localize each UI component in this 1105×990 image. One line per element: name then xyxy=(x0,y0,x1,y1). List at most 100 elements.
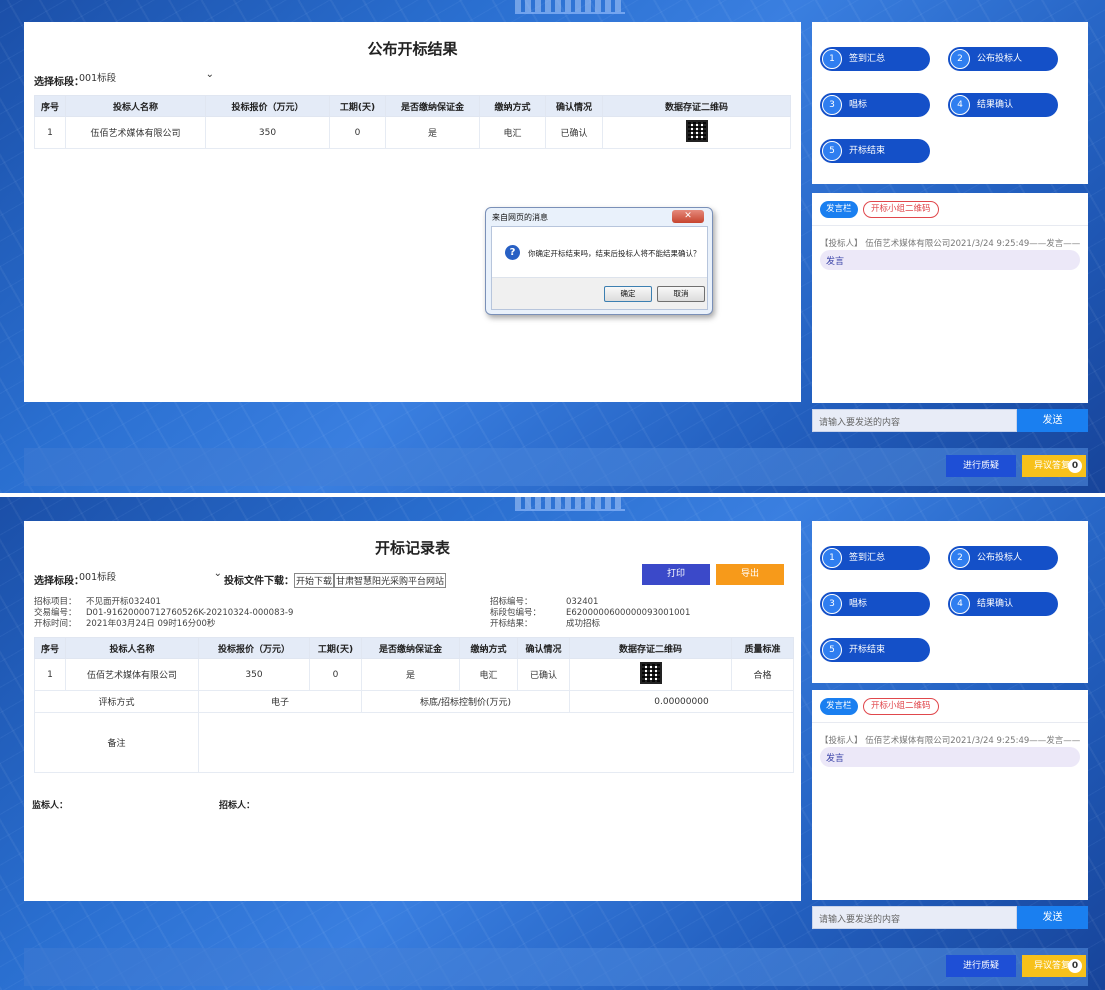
col-header: 投标报价（万元） xyxy=(205,95,330,117)
col-header: 质量标准 xyxy=(731,637,794,659)
cell-period: 0 xyxy=(309,658,362,691)
segment-value: 001标段 xyxy=(79,572,117,583)
screenshot-1: 公布开标结果 选择标段： 001标段 ⌄ 序号 投标人名称 投标报价（万元） 工… xyxy=(0,0,1105,493)
header-decoration xyxy=(515,497,625,511)
dialog-body: ? 你确定开标结束吗，结束后投标人将不能结果确认？ 确定 取消 xyxy=(491,226,708,310)
chat-panel: 发言栏 开标小组二维码 【投标人】 伍佰艺术媒体有限公司2021/3/24 9:… xyxy=(812,690,1088,900)
step-publish-bidders[interactable]: 2 公布投标人 xyxy=(948,546,1058,570)
ok-button[interactable]: 确定 xyxy=(604,286,652,302)
message-input[interactable]: 请输入要发送的内容 xyxy=(812,409,1017,432)
cell-price: 350 xyxy=(198,658,310,691)
col-header: 缴纳方式 xyxy=(459,637,518,659)
step-sign-in-summary[interactable]: 1 签到汇总 xyxy=(820,47,930,71)
step-end-opening[interactable]: 5 开标结束 xyxy=(820,139,930,163)
steps-panel: 1 签到汇总 2 公布投标人 3 唱标 4 结果确认 5 开标结束 xyxy=(812,22,1088,184)
download-label: 投标文件下载： xyxy=(224,576,294,587)
page-title: 开标记录表 xyxy=(374,539,450,557)
send-button[interactable]: 发送 xyxy=(1017,906,1088,929)
main-panel: 开标记录表 选择标段： 001标段 ⌄ 投标文件下载： 开始下载 甘肃智慧阳光采购平… xyxy=(24,521,801,901)
col-header: 投标人名称 xyxy=(65,637,199,659)
cell-bidder: 伍佰艺术媒体有限公司 xyxy=(65,116,206,149)
info-value: 032401 xyxy=(566,597,599,607)
bottom-bar: 进行质疑 异议答复 0 xyxy=(24,948,1088,986)
cancel-button[interactable]: 取消 xyxy=(657,286,705,302)
tab-speech[interactable]: 发言栏 xyxy=(820,201,858,218)
info-key: 招标项目： xyxy=(34,597,77,607)
send-button[interactable]: 发送 xyxy=(1017,409,1088,432)
cell-confirm-status: 已确认 xyxy=(517,658,570,691)
dialog-footer: 确定 取消 xyxy=(492,277,707,309)
objection-reply-button[interactable]: 异议答复 0 xyxy=(1022,455,1086,477)
col-header: 序号 xyxy=(34,637,66,659)
info-value: D01-91620000712760526K-20210324-000083-9 xyxy=(86,608,294,618)
step-end-opening[interactable]: 5 开标结束 xyxy=(820,638,930,662)
question-button[interactable]: 进行质疑 xyxy=(946,955,1016,977)
export-button[interactable]: 导出 xyxy=(716,564,784,585)
chat-tabs: 发言栏 开标小组二维码 xyxy=(820,201,939,218)
question-button[interactable]: 进行质疑 xyxy=(946,455,1016,477)
chat-message: 【投标人】 伍佰艺术媒体有限公司2021/3/24 9:25:49——发言—— xyxy=(820,736,1081,746)
info-key: 交易编号： xyxy=(34,608,77,618)
step-label: 唱标 xyxy=(849,599,868,609)
cell-index: 1 xyxy=(34,116,66,149)
eval-value: 电子 xyxy=(198,690,362,713)
cell-quality: 合格 xyxy=(731,658,794,691)
step-announce[interactable]: 3 唱标 xyxy=(820,592,930,616)
cell-bidder: 伍佰艺术媒体有限公司 xyxy=(65,658,199,691)
col-header: 工期(天) xyxy=(329,95,386,117)
step-sign-in-summary[interactable]: 1 签到汇总 xyxy=(820,546,930,570)
step-number: 1 xyxy=(822,49,842,69)
tenderer-label: 招标人： xyxy=(219,801,256,811)
segment-select[interactable]: 001标段 ⌄ xyxy=(79,568,222,583)
tab-qr-code[interactable]: 开标小组二维码 xyxy=(863,698,939,715)
step-number: 1 xyxy=(822,548,842,568)
info-value: 成功招标 xyxy=(566,619,601,629)
step-label: 开标结束 xyxy=(849,645,886,655)
cell-qr xyxy=(569,658,732,691)
step-result-confirm[interactable]: 4 结果确认 xyxy=(948,93,1058,117)
ceiling-value: 0.00000000 xyxy=(569,690,794,713)
record-table: 序号 投标人名称 投标报价（万元） 工期(天) 是否缴纳保证金 缴纳方式 确认情… xyxy=(34,637,794,773)
close-icon[interactable]: ✕ xyxy=(672,210,704,223)
cell-deposit: 是 xyxy=(385,116,480,149)
chat-panel: 发言栏 开标小组二维码 【投标人】 伍佰艺术媒体有限公司2021/3/24 9:… xyxy=(812,193,1088,403)
platform-site-link[interactable]: 甘肃智慧阳光采购平台网站 xyxy=(334,573,447,588)
step-label: 结果确认 xyxy=(977,599,1014,609)
step-publish-bidders[interactable]: 2 公布投标人 xyxy=(948,47,1058,71)
step-label: 唱标 xyxy=(849,100,868,110)
print-button[interactable]: 打印 xyxy=(642,564,710,585)
segment-value: 001标段 xyxy=(79,73,117,84)
step-label: 公布投标人 xyxy=(977,553,1023,563)
chat-bubble: 发言 xyxy=(820,747,1080,767)
segment-select[interactable]: 001标段 ⌄ xyxy=(79,69,214,84)
table-row-eval: 评标方式 电子 标底/招标控制价(万元) 0.00000000 xyxy=(34,690,794,713)
tab-speech[interactable]: 发言栏 xyxy=(820,698,858,715)
cell-confirm-status: 已确认 xyxy=(545,116,603,149)
step-announce[interactable]: 3 唱标 xyxy=(820,93,930,117)
cell-price: 350 xyxy=(205,116,330,149)
step-result-confirm[interactable]: 4 结果确认 xyxy=(948,592,1058,616)
col-header: 投标人名称 xyxy=(65,95,206,117)
qr-code-icon[interactable] xyxy=(639,662,662,684)
cell-deposit: 是 xyxy=(361,658,460,691)
col-header: 是否缴纳保证金 xyxy=(385,95,480,117)
main-panel: 公布开标结果 选择标段： 001标段 ⌄ 序号 投标人名称 投标报价（万元） 工… xyxy=(24,22,801,402)
col-header: 投标报价（万元） xyxy=(198,637,310,659)
eval-label: 评标方式 xyxy=(34,690,199,713)
info-value: 2021年03月24日 09时16分00秒 xyxy=(86,619,216,629)
start-download-link[interactable]: 开始下载 xyxy=(294,573,335,588)
question-icon: ? xyxy=(505,245,520,260)
tab-qr-code[interactable]: 开标小组二维码 xyxy=(863,201,939,218)
info-key: 开标时间： xyxy=(34,619,77,629)
cell-index: 1 xyxy=(34,658,66,691)
ceiling-label: 标底/招标控制价(万元) xyxy=(361,690,570,713)
remark-value xyxy=(198,712,794,773)
step-label: 开标结束 xyxy=(849,146,886,156)
objection-reply-button[interactable]: 异议答复 0 xyxy=(1022,955,1086,977)
supervisor-label: 监标人： xyxy=(32,801,69,811)
qr-code-icon[interactable] xyxy=(685,120,708,142)
info-key: 招标编号： xyxy=(490,597,533,607)
message-input[interactable]: 请输入要发送的内容 xyxy=(812,906,1017,929)
chevron-down-icon: ⌄ xyxy=(205,69,214,80)
col-header: 缴纳方式 xyxy=(479,95,546,117)
